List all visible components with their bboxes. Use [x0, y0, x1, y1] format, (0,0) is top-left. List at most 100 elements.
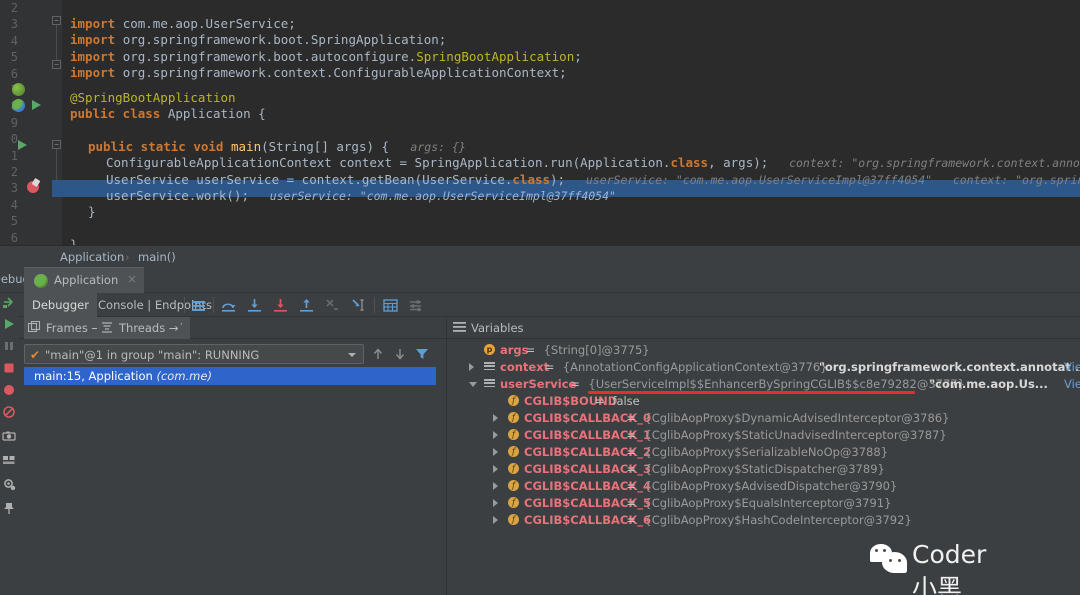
down-arrow-icon[interactable]	[392, 346, 408, 362]
stack-frame-location: main:15, Application	[34, 369, 153, 383]
variable-row[interactable]: p args = {String[0]@3775}	[466, 342, 1080, 359]
breadcrumb-method[interactable]: main()	[138, 246, 176, 268]
line-number: 1	[10, 148, 18, 163]
expand-arrow-icon[interactable]	[493, 414, 498, 422]
variable-row[interactable]: context = {AnnotationConfigApplicationCo…	[466, 359, 1080, 376]
variable-value: {CglibAopProxy$StaticDispatcher@3789}	[644, 462, 885, 476]
code-line[interactable]: import com.me.aop.UserService;	[62, 16, 1080, 32]
spring-bean-icon[interactable]	[12, 83, 25, 96]
breakpoint-icon[interactable]	[27, 181, 39, 193]
object-value-icon	[484, 379, 495, 390]
expand-arrow-icon[interactable]	[493, 499, 498, 507]
camera-icon[interactable]	[2, 429, 16, 443]
variable-row[interactable]: f CGLIB$CALLBACK_6 = {CglibAopProxy$HashC…	[466, 512, 1080, 529]
frames-threads-header: Frames →˙ Threads →˙	[18, 317, 446, 339]
expand-arrow-icon[interactable]	[493, 431, 498, 439]
step-out-icon[interactable]	[298, 297, 315, 314]
breadcrumb-separator: ›	[125, 250, 130, 264]
code-editor[interactable]: 234567890123456789 − − − − import com.me…	[0, 0, 1080, 294]
expand-arrow-icon[interactable]	[493, 516, 498, 524]
pin-icon[interactable]	[2, 501, 16, 515]
variable-row[interactable]: f CGLIB$CALLBACK_2 = {CglibAopProxy$Seria…	[466, 444, 1080, 461]
code-token: import	[70, 49, 123, 64]
pause-program-icon[interactable]	[2, 339, 16, 353]
inline-debug-hint: args: {}	[396, 140, 466, 154]
rerun-icon[interactable]	[2, 295, 16, 309]
view-breakpoints-icon[interactable]	[2, 383, 16, 397]
tab-debugger[interactable]: Debugger	[24, 293, 97, 317]
code-line[interactable]: UserService userService = context.getBea…	[62, 172, 1080, 188]
variable-row[interactable]: userService = {UserServiceImpl$$Enhancer…	[466, 376, 1080, 394]
variable-row[interactable]: f CGLIB$CALLBACK_1 = {CglibAopProxy$Stati…	[466, 427, 1080, 444]
line-number: 6	[10, 66, 18, 81]
show-execution-point-icon[interactable]	[190, 297, 207, 314]
line-number: 5	[10, 50, 18, 65]
close-icon[interactable]: ×	[127, 272, 137, 286]
settings-icon[interactable]	[408, 297, 425, 314]
filter-icon[interactable]	[414, 346, 430, 362]
code-token: (Application.	[572, 155, 671, 170]
thread-selector-dropdown[interactable]: ✔ "main"@1 in group "main": RUNNING	[24, 344, 364, 364]
variable-row[interactable]: f CGLIB$CALLBACK_0 = {CglibAopProxy$Dynam…	[466, 410, 1080, 427]
mute-breakpoints-icon[interactable]	[2, 405, 16, 419]
code-line[interactable]: import org.springframework.boot.SpringAp…	[62, 32, 1080, 48]
variable-row[interactable]: f CGLIB$CALLBACK_3 = {CglibAopProxy$Stati…	[466, 461, 1080, 478]
code-line[interactable]: import org.springframework.context.Confi…	[62, 65, 1080, 81]
variable-row[interactable]: f CGLIB$CALLBACK_5 = {CglibAopProxy$Equal…	[466, 495, 1080, 512]
variable-row[interactable]: f CGLIB$CALLBACK_4 = {CglibAopProxy$Advis…	[466, 478, 1080, 495]
code-text-area[interactable]: import com.me.aop.UserService; import org…	[62, 0, 1080, 252]
code-line[interactable]: import org.springframework.boot.autoconf…	[62, 49, 1080, 65]
code-line[interactable]: ConfigurableApplicationContext context =…	[62, 155, 1080, 171]
inline-debug-hint: context: "org.springframework.context.an…	[789, 156, 1080, 170]
fold-collapse-icon[interactable]: −	[52, 140, 61, 149]
force-step-into-icon[interactable]	[272, 297, 289, 314]
expand-arrow-icon[interactable]	[469, 363, 474, 371]
evaluate-expression-icon[interactable]	[382, 297, 399, 314]
debug-session-tab[interactable]: Application ×	[24, 267, 144, 293]
code-line[interactable]: userService.work(); userService: "com.me…	[62, 188, 1080, 204]
expand-arrow-icon[interactable]	[493, 482, 498, 490]
breadcrumb-class[interactable]: Application	[60, 246, 124, 268]
settings-gear-icon[interactable]	[2, 477, 16, 491]
code-line[interactable]: }	[62, 204, 1080, 220]
stop-icon[interactable]	[2, 361, 16, 375]
drop-frame-icon[interactable]	[324, 297, 341, 314]
parameter-icon: p	[484, 344, 495, 355]
line-number: 9	[10, 115, 18, 130]
run-application-icon[interactable]	[32, 100, 41, 110]
stack-frame-package: (com.me)	[156, 369, 212, 383]
variable-value: {CglibAopProxy$HashCodeInterceptor@3792}	[644, 513, 912, 527]
variable-equals: =	[626, 479, 637, 493]
fold-expand-icon[interactable]: −	[52, 60, 61, 69]
run-main-method-icon[interactable]	[18, 140, 27, 150]
code-token: );	[550, 172, 566, 187]
breadcrumb[interactable]: Application › main()	[0, 245, 1080, 267]
code-line[interactable]: public class Application {	[62, 106, 1080, 122]
code-token: org.springframework.context.Configurable…	[122, 65, 567, 80]
debugger-toolbar: Debugger Console | Endpoints	[18, 293, 1080, 317]
step-into-icon[interactable]	[246, 297, 263, 314]
expand-arrow-icon[interactable]	[493, 448, 498, 456]
expand-arrow-icon[interactable]	[493, 465, 498, 473]
variables-panel[interactable]: p args = {String[0]@3775} context = {Annot…	[466, 339, 1080, 595]
spring-boot-icon[interactable]	[12, 99, 25, 112]
view-link[interactable]: Vie	[1064, 377, 1080, 391]
fold-collapse-icon[interactable]: −	[52, 16, 61, 25]
run-to-cursor-icon[interactable]	[350, 297, 367, 314]
view-link[interactable]: Vie	[1064, 360, 1080, 374]
code-line[interactable]: @SpringBootApplication	[62, 90, 1080, 106]
resume-program-icon[interactable]	[2, 317, 16, 331]
code-token: import	[70, 65, 123, 80]
variable-row[interactable]: f CGLIB$BOUND = false	[466, 393, 1080, 410]
variable-equals: =	[626, 462, 637, 476]
code-line[interactable]: public static void main(String[] args) {…	[62, 139, 1080, 155]
frames-panel[interactable]: ✔ "main"@1 in group "main": RUNNING main…	[18, 339, 446, 595]
code-folding-column[interactable]	[52, 0, 62, 245]
step-over-icon[interactable]	[220, 297, 237, 314]
layout-icon[interactable]	[2, 453, 16, 467]
chevron-down-icon[interactable]	[348, 353, 356, 357]
stack-frame-row[interactable]: main:15, Application (com.me)	[24, 367, 436, 385]
collapse-arrow-icon[interactable]	[469, 382, 477, 387]
line-number: 2	[10, 165, 18, 179]
up-arrow-icon[interactable]	[370, 346, 386, 362]
